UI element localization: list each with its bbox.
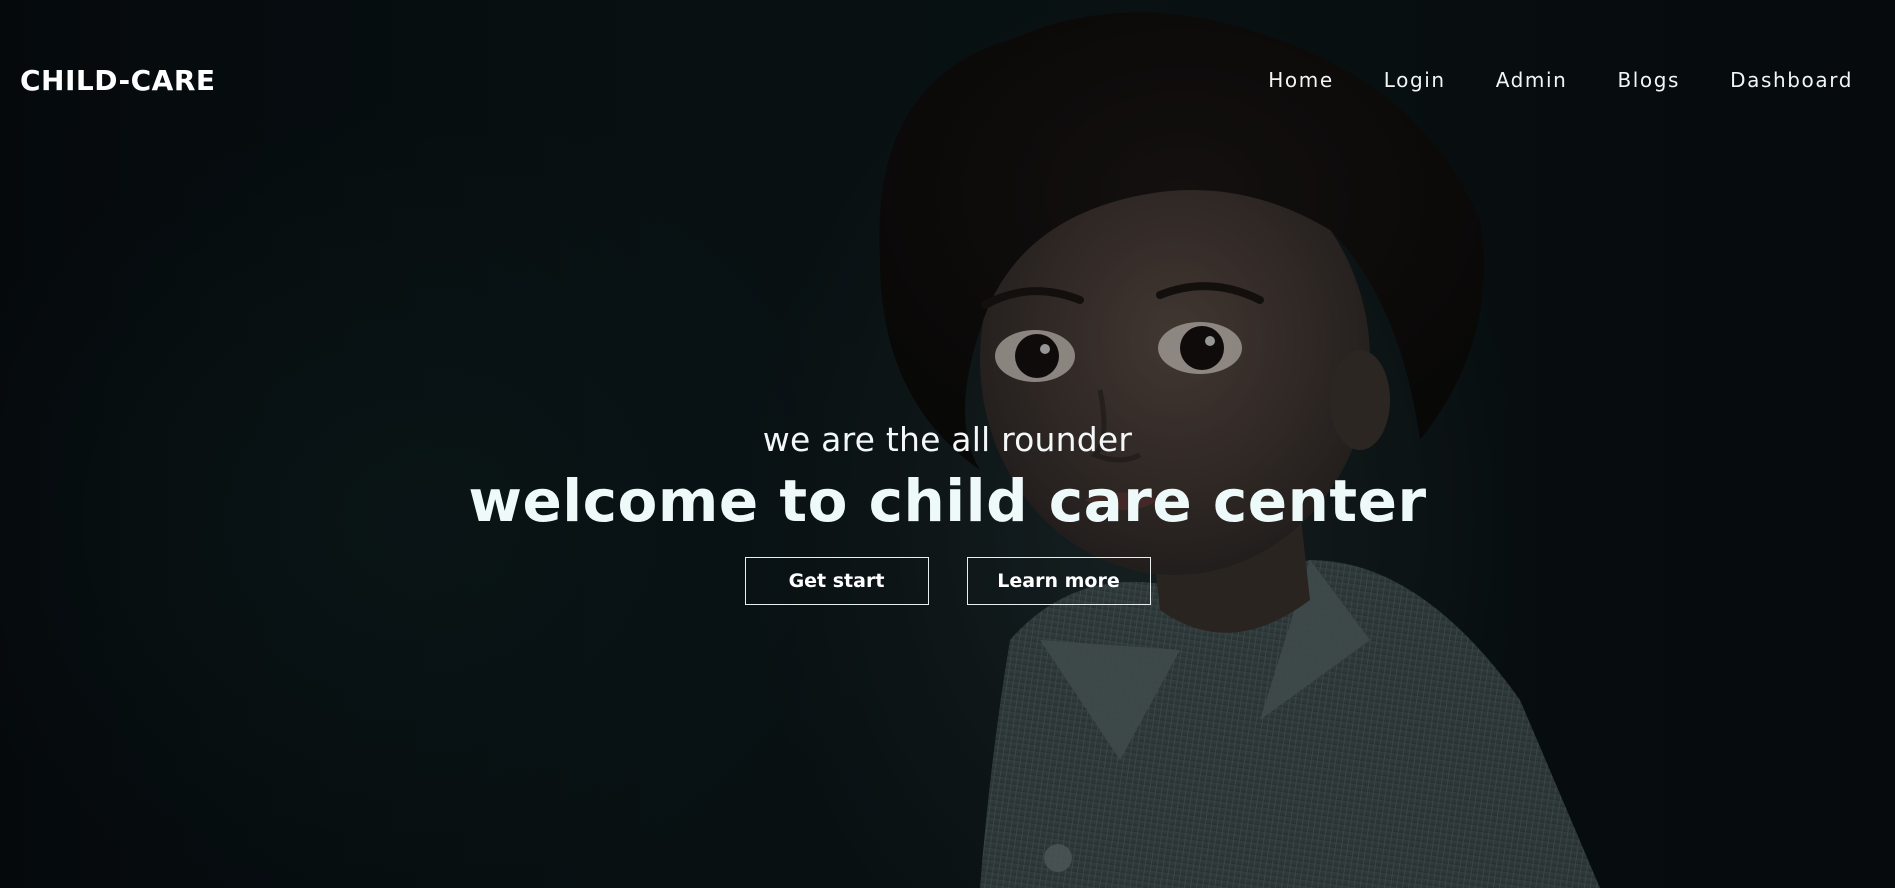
nav-link-admin[interactable]: Admin	[1496, 68, 1568, 92]
hero-title: welcome to child care center	[468, 467, 1427, 535]
top-navbar: CHILD-CARE Home Login Admin Blogs Dashbo…	[0, 0, 1895, 165]
hero-content: we are the all rounder welcome to child …	[0, 420, 1895, 605]
hero-buttons: Get start Learn more	[0, 557, 1895, 605]
get-start-button[interactable]: Get start	[744, 557, 929, 605]
nav-link-dashboard[interactable]: Dashboard	[1730, 68, 1853, 92]
nav-link-blogs[interactable]: Blogs	[1617, 68, 1680, 92]
hero-section: CHILD-CARE Home Login Admin Blogs Dashbo…	[0, 0, 1895, 888]
nav-link-login[interactable]: Login	[1384, 68, 1446, 92]
nav-link-home[interactable]: Home	[1268, 68, 1333, 92]
nav-menu: Home Login Admin Blogs Dashboard	[1218, 68, 1853, 92]
brand-logo[interactable]: CHILD-CARE	[20, 64, 216, 97]
learn-more-button[interactable]: Learn more	[966, 557, 1151, 605]
hero-subtitle: we are the all rounder	[762, 420, 1133, 459]
